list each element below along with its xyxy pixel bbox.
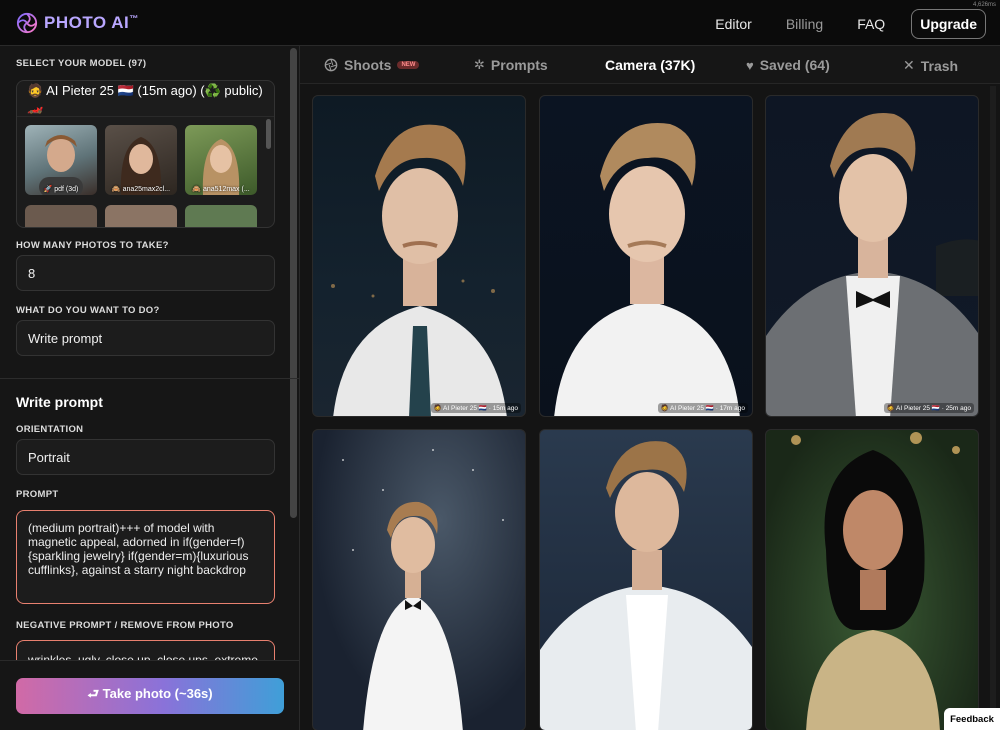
model-thumb-3[interactable]: 🙈 ana512max (...	[185, 125, 257, 195]
model-thumb-4[interactable]	[25, 205, 97, 227]
portrait-image	[791, 432, 960, 730]
thumb-caption: 🚀 pdf (3d)	[43, 186, 79, 193]
photos-count-label: HOW MANY PHOTOS TO TAKE?	[16, 240, 169, 251]
gallery-photo[interactable]: 🧔 AI Pieter 25 🇳🇱 · 25m ago	[765, 95, 979, 417]
gallery-photo[interactable]	[539, 429, 753, 730]
gallery-photo[interactable]	[312, 429, 526, 730]
model-selector[interactable]: 🧔 AI Pieter 25 🇳🇱 (15m ago) (♻️ public) …	[16, 80, 275, 228]
photo-caption: 🧔 AI Pieter 25 🇳🇱 · 15m ago	[430, 403, 521, 413]
tab-saved[interactable]: ♥ Saved (64)	[746, 57, 830, 73]
tab-camera[interactable]: Camera (37K)	[605, 57, 695, 73]
photo-caption: 🧔 AI Pieter 25 🇳🇱 · 25m ago	[883, 403, 974, 413]
tab-prompts-label: Prompts	[490, 57, 548, 73]
heart-icon: ♥	[746, 57, 754, 73]
action-label: WHAT DO YOU WANT TO DO?	[16, 305, 160, 316]
model-thumb-2[interactable]: 🙈 ana25max2cl...	[105, 125, 177, 195]
nav-editor[interactable]: Editor	[715, 16, 752, 32]
sidebar-footer: ⮐ Take photo (~36s)	[0, 660, 299, 730]
prompt-label: PROMPT	[16, 489, 59, 500]
model-thumb-6[interactable]	[185, 205, 257, 227]
tab-bar: Shoots NEW ✲ Prompts Camera (37K) ♥ Save…	[300, 46, 1000, 84]
aperture-icon	[324, 58, 338, 72]
model-thumb-5[interactable]	[105, 205, 177, 227]
sidebar-scrollbar[interactable]	[290, 48, 297, 518]
logo-swirl-icon	[16, 12, 38, 34]
gallery-scrollbar[interactable]	[990, 86, 996, 726]
selected-model[interactable]: 🧔 AI Pieter 25 🇳🇱 (15m ago) (♻️ public) …	[17, 81, 274, 117]
orientation-select[interactable]: Portrait	[16, 439, 275, 475]
portrait-image	[342, 449, 504, 730]
top-bar: PHOTO AI™ Editor Billing FAQ Upgrade 4,6…	[0, 0, 1000, 46]
nav-billing[interactable]: Billing	[786, 16, 823, 32]
logo[interactable]: PHOTO AI™	[16, 12, 139, 34]
sparkle-icon: ✲	[474, 57, 485, 72]
upgrade-button[interactable]: Upgrade	[911, 9, 986, 39]
thumb-caption: 🙈 ana25max2cl...	[111, 186, 171, 193]
close-icon: ✕	[903, 57, 915, 73]
action-select[interactable]: Write prompt	[16, 320, 275, 356]
logo-text: PHOTO AI™	[44, 13, 139, 32]
portrait-image	[766, 113, 978, 416]
gallery-photo[interactable]	[765, 429, 979, 730]
nav-faq[interactable]: FAQ	[857, 16, 885, 32]
gallery-photo[interactable]: 🧔 AI Pieter 25 🇳🇱 · 17m ago	[539, 95, 753, 417]
portrait-image	[540, 441, 752, 730]
top-nav: Editor Billing FAQ Upgrade	[681, 9, 986, 39]
feedback-button[interactable]: Feedback	[944, 708, 1000, 730]
gallery-photo[interactable]: 🧔 AI Pieter 25 🇳🇱 · 15m ago	[312, 95, 526, 417]
model-label: SELECT YOUR MODEL (97)	[16, 58, 147, 69]
sidebar-divider	[0, 378, 300, 379]
orientation-label: ORIENTATION	[16, 424, 84, 435]
tab-trash-label: Trash	[920, 57, 959, 74]
sidebar: SELECT YOUR MODEL (97) 🧔 AI Pieter 25 🇳🇱…	[0, 46, 300, 730]
tab-camera-label: Camera (37K)	[605, 57, 696, 73]
section-title: Write prompt	[16, 394, 103, 410]
main-panel: Shoots NEW ✲ Prompts Camera (37K) ♥ Save…	[300, 46, 1000, 730]
photos-count-input[interactable]: 8	[16, 255, 275, 291]
thumb-caption: 🙈 ana512max (...	[192, 186, 250, 193]
tab-shoots[interactable]: Shoots NEW	[324, 57, 420, 73]
tab-prompts[interactable]: ✲ Prompts	[474, 57, 548, 73]
portrait-image	[331, 124, 507, 416]
tab-saved-label: Saved (64)	[759, 57, 830, 73]
new-badge: NEW	[397, 61, 420, 69]
take-photo-button[interactable]: ⮐ Take photo (~36s)	[16, 678, 284, 714]
portrait-image	[554, 123, 740, 416]
tab-shoots-label: Shoots	[344, 57, 392, 73]
tab-trash[interactable]: ✕ Trash	[903, 57, 958, 74]
photo-caption: 🧔 AI Pieter 25 🇳🇱 · 17m ago	[657, 403, 748, 413]
model-list-scrollbar[interactable]	[266, 119, 271, 149]
prompt-textarea[interactable]: (medium portrait)+++ of model with magne…	[16, 510, 275, 604]
negative-prompt-label: NEGATIVE PROMPT / REMOVE FROM PHOTO	[16, 620, 234, 631]
model-thumb-1[interactable]: 🚀 pdf (3d)	[25, 125, 97, 195]
render-time-stat: 4,626ms	[972, 2, 996, 8]
